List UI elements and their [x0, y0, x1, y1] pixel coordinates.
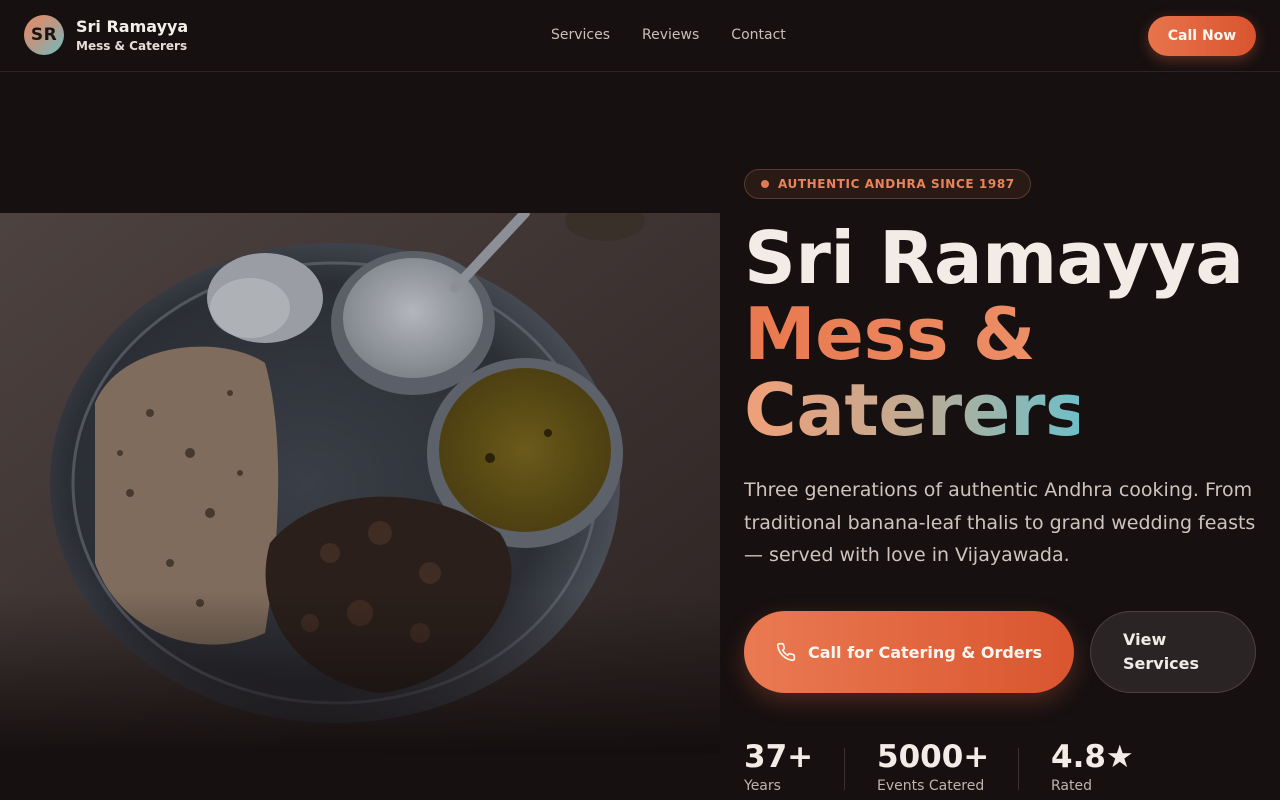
- brand-logo: SR: [24, 15, 64, 55]
- stat-label: Events Catered: [877, 778, 985, 794]
- since-badge: AUTHENTIC ANDHRA SINCE 1987: [744, 169, 1031, 199]
- stat-divider: [1018, 748, 1019, 790]
- stat-years: 37+ Years: [744, 738, 844, 800]
- brand-subtitle: Mess & Caterers: [76, 38, 188, 53]
- stat-label: Rated: [1051, 778, 1092, 794]
- call-for-catering-label: Call for Catering & Orders: [808, 642, 1043, 662]
- brand-name: Sri Ramayya: [76, 16, 189, 36]
- hero-title-line-3: Caterers: [744, 368, 1088, 452]
- nav-link-reviews[interactable]: Reviews: [642, 26, 699, 44]
- nav-link-services[interactable]: Services: [551, 26, 610, 44]
- stat-value: 4.8★: [1051, 739, 1134, 775]
- brand-text: Sri Ramayya Mess & Caterers: [76, 17, 188, 54]
- stat-value: 37+: [744, 739, 814, 775]
- stat-rating: 4.8★ Rated: [1051, 738, 1134, 800]
- stat-label: Years: [744, 778, 781, 794]
- badge-dot: [761, 180, 769, 188]
- nav-link-contact[interactable]: Contact: [731, 26, 785, 44]
- stat-divider: [844, 748, 845, 790]
- site-header: SR Sri Ramayya Mess & Caterers Services …: [0, 0, 1280, 72]
- brand[interactable]: SR Sri Ramayya Mess & Caterers: [24, 15, 188, 55]
- hero-description: Three generations of authentic Andhra co…: [744, 479, 1256, 566]
- thali-image: [0, 213, 720, 753]
- hero-title: Sri Ramayya Mess & Caterers: [744, 220, 1264, 448]
- hero-title-line-2: Mess &: [744, 296, 1264, 372]
- main-nav: Services Reviews Contact: [551, 26, 786, 44]
- call-for-catering-button[interactable]: Call for Catering & Orders: [744, 611, 1074, 693]
- call-now-button[interactable]: Call Now: [1148, 16, 1256, 56]
- view-services-button[interactable]: View Services: [1090, 611, 1256, 693]
- phone-icon: [776, 642, 796, 662]
- badge-text: AUTHENTIC ANDHRA SINCE 1987: [778, 177, 1015, 191]
- hero-title-line-1: Sri Ramayya: [744, 216, 1244, 300]
- stat-events: 5000+ Events Catered: [877, 738, 1018, 800]
- hero-image: [0, 213, 720, 753]
- stats-row: 37+ Years 5000+ Events Catered 4.8★ Rate…: [744, 738, 1134, 800]
- stat-value: 5000+: [877, 739, 990, 775]
